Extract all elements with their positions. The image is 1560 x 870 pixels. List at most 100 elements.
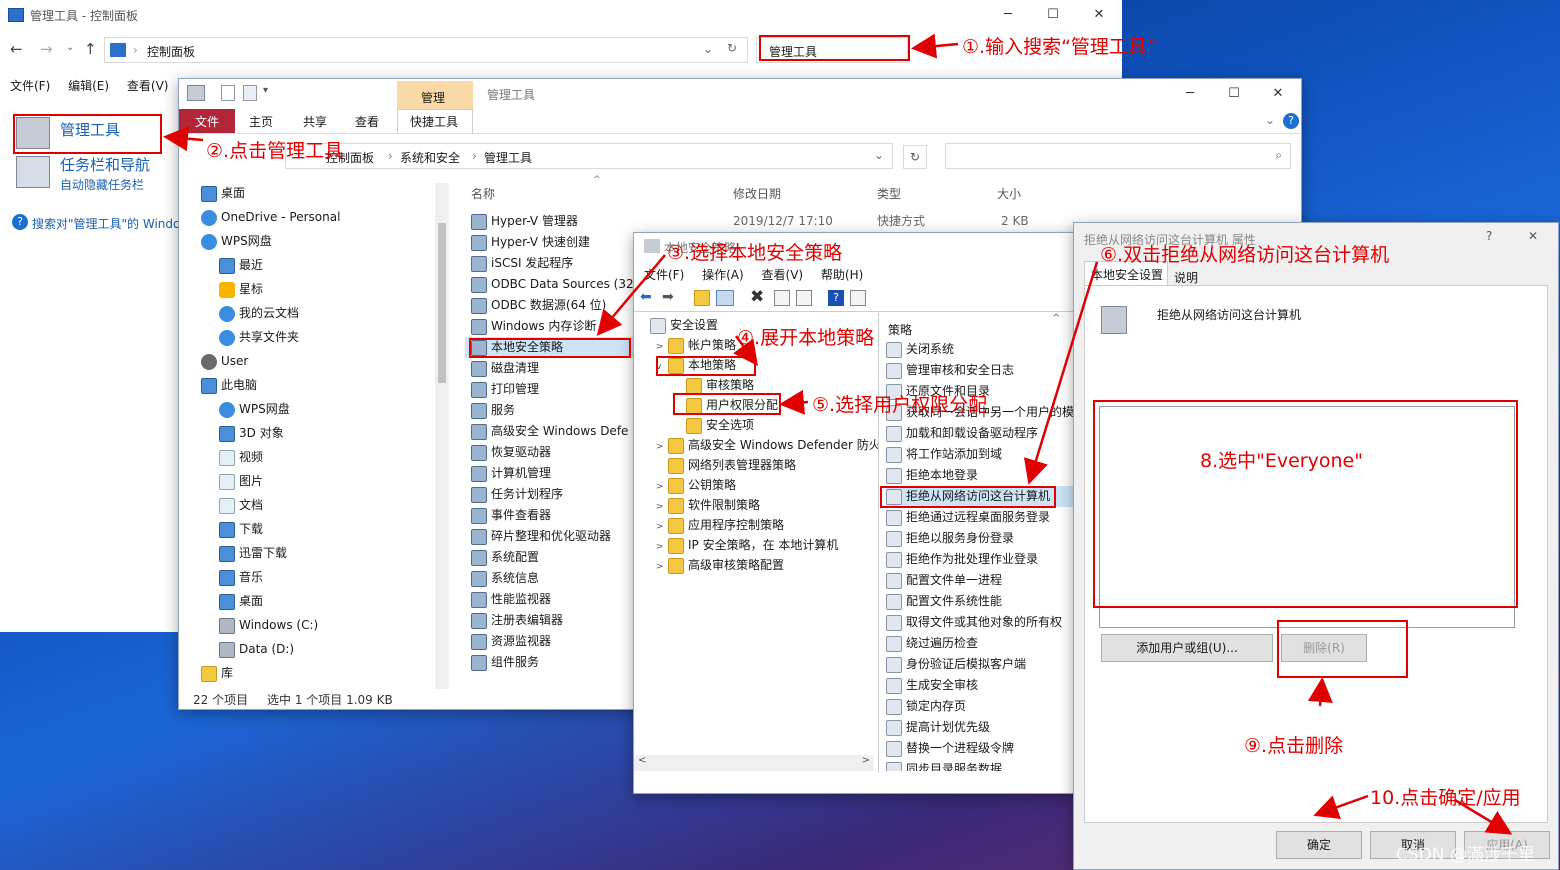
maximize-button[interactable]: ☐ (1211, 79, 1257, 109)
expand-chevron-icon[interactable]: > (656, 437, 668, 456)
breadcrumb-1[interactable]: 系统和安全 (400, 149, 460, 166)
file-row[interactable]: Hyper-V 管理器 2019/12/7 17:10 快捷方式 2 KB (465, 211, 1065, 232)
close-button[interactable]: ✕ (1528, 229, 1538, 243)
col-type[interactable]: 类型 (877, 185, 901, 202)
policy-row[interactable]: 配置文件系统性能 (886, 591, 1078, 612)
address-bar[interactable]: › 控制面板 ⌄ ↻ (104, 37, 748, 63)
nav-item[interactable]: 图片 (219, 471, 451, 492)
ok-button[interactable]: 确定 (1276, 831, 1362, 859)
show-tree-icon[interactable] (716, 290, 734, 306)
nav-item[interactable]: 视频 (219, 447, 451, 468)
taskbar-subtitle[interactable]: 自动隐藏任务栏 (60, 176, 144, 193)
nav-item[interactable]: 此电脑 (201, 375, 451, 396)
expand-chevron-icon[interactable]: > (656, 337, 668, 356)
nav-item[interactable]: 桌面 (201, 183, 451, 204)
tree-item[interactable]: > IP 安全策略，在 本地计算机 (656, 535, 878, 556)
nav-item[interactable]: User (201, 351, 451, 372)
tree-h-scrollbar[interactable]: < > (634, 755, 874, 771)
nav-item[interactable]: 迅雷下载 (219, 543, 451, 564)
address-bar[interactable]: 控制面板 › 系统和安全 › 管理工具 ⌄ (285, 143, 893, 169)
policy-row[interactable]: 同步目录服务数据 (886, 759, 1078, 771)
tab-manage[interactable]: 管理 (397, 81, 473, 109)
properties-icon[interactable] (221, 85, 235, 101)
nav-item[interactable]: 下载 (219, 519, 451, 540)
ribbon-home-tab[interactable]: 主页 (249, 113, 273, 130)
help-icon[interactable]: ? (1486, 229, 1492, 243)
dropdown-icon[interactable]: ⌄ (703, 42, 713, 56)
taskbar-title[interactable]: 任务栏和导航 (60, 154, 150, 175)
policy-row[interactable]: 拒绝以服务身份登录 (886, 528, 1078, 549)
menu-file[interactable]: 文件(F) (644, 268, 684, 282)
tree-item[interactable]: > 高级审核策略配置 (656, 555, 878, 576)
nav-item[interactable]: 文档 (219, 495, 451, 516)
nav-item[interactable]: WPS网盘 (219, 399, 451, 420)
view-icon[interactable] (850, 290, 866, 306)
forward-icon[interactable]: → (40, 40, 53, 58)
tree-item[interactable]: 网络列表管理器策略 (656, 455, 878, 476)
policy-row[interactable]: 身份验证后模拟客户端 (886, 654, 1078, 675)
address-dropdown-icon[interactable]: ⌄ (874, 148, 884, 162)
policy-row[interactable]: 取得文件或其他对象的所有权 (886, 612, 1078, 633)
up-icon[interactable]: ↑ (84, 40, 97, 58)
breadcrumb-2[interactable]: 管理工具 (484, 149, 532, 166)
minimize-button[interactable]: ─ (985, 0, 1031, 30)
help-icon[interactable]: ? (1283, 113, 1299, 129)
tree-item[interactable]: > 应用程序控制策略 (656, 515, 878, 536)
nav-scrollbar[interactable] (435, 183, 449, 689)
nav-item[interactable]: 共享文件夹 (219, 327, 451, 348)
nav-item[interactable]: OneDrive - Personal (201, 207, 451, 228)
expand-chevron-icon[interactable]: > (656, 517, 668, 536)
help-icon[interactable]: ? (828, 290, 844, 306)
nav-item[interactable]: 我的云文档 (219, 303, 451, 324)
ribbon-file-tab[interactable]: 文件 (179, 109, 235, 133)
tree-item[interactable]: > 公钥策略 (656, 475, 878, 496)
policy-row[interactable]: 生成安全审核 (886, 675, 1078, 696)
col-name[interactable]: 名称 (471, 185, 495, 202)
close-button[interactable]: ✕ (1255, 79, 1301, 109)
refresh-icon[interactable]: ↻ (903, 145, 927, 169)
policy-row[interactable]: 拒绝本地登录 (886, 465, 1078, 486)
policy-row[interactable]: 拒绝通过远程桌面服务登录 (886, 507, 1078, 528)
tree-item[interactable]: > 高级安全 Windows Defender 防火墙 (656, 435, 878, 456)
ribbon-share-tab[interactable]: 共享 (303, 113, 327, 130)
nav-item[interactable]: 库 (201, 663, 451, 684)
menu-view[interactable]: 查看(V) (127, 79, 169, 93)
nav-item[interactable]: 星标 (219, 279, 451, 300)
policy-row[interactable]: 绕过遍历检查 (886, 633, 1078, 654)
nav-item[interactable]: WPS网盘 (201, 231, 451, 252)
expand-chevron-icon[interactable]: > (656, 557, 668, 576)
nav-item[interactable]: 最近 (219, 255, 451, 276)
policy-row[interactable]: 管理审核和安全日志 (886, 360, 1078, 381)
menu-help[interactable]: 帮助(H) (821, 268, 863, 282)
explorer-search-input[interactable]: ⌕ (945, 143, 1291, 169)
qat-dropdown-icon[interactable]: ▾ (263, 85, 268, 96)
maximize-button[interactable]: ☐ (1030, 0, 1076, 30)
new-folder-icon[interactable] (243, 85, 257, 101)
taskbar-nav-item[interactable]: 任务栏和导航 自动隐藏任务栏 (16, 154, 176, 194)
menu-edit[interactable]: 编辑(E) (68, 79, 109, 93)
search-windows-link[interactable]: 搜索对"管理工具"的 Windo (32, 215, 180, 232)
policy-row[interactable]: 锁定内存页 (886, 696, 1078, 717)
tree-item[interactable]: > 软件限制策略 (656, 495, 878, 516)
nav-item[interactable]: Windows (C:) (219, 615, 451, 636)
export-icon[interactable] (796, 290, 812, 306)
col-size[interactable]: 大小 (997, 185, 1021, 202)
back-icon[interactable]: ← (10, 40, 23, 58)
menu-file[interactable]: 文件(F) (10, 79, 50, 93)
policy-column-header[interactable]: 策略 (888, 321, 912, 338)
col-date[interactable]: 修改日期 (733, 185, 781, 202)
expand-chevron-icon[interactable]: > (656, 497, 668, 516)
policy-row[interactable]: 将工作站添加到域 (886, 444, 1078, 465)
nav-item[interactable]: 3D 对象 (219, 423, 451, 444)
nav-item[interactable]: 音乐 (219, 567, 451, 588)
add-user-button[interactable]: 添加用户或组(U)... (1101, 634, 1273, 662)
recent-chevron-icon[interactable]: ⌄ (66, 42, 74, 53)
expand-chevron-icon[interactable]: > (656, 477, 668, 496)
back-icon[interactable]: ⬅ (640, 289, 652, 305)
forward-icon[interactable]: ➡ (662, 289, 674, 305)
delete-icon[interactable]: ✖ (750, 287, 764, 307)
menu-action[interactable]: 操作(A) (702, 268, 744, 282)
ribbon-view-tab[interactable]: 查看 (355, 113, 379, 130)
tab-explain[interactable]: 说明 (1174, 269, 1198, 286)
expand-chevron-icon[interactable]: > (656, 537, 668, 556)
